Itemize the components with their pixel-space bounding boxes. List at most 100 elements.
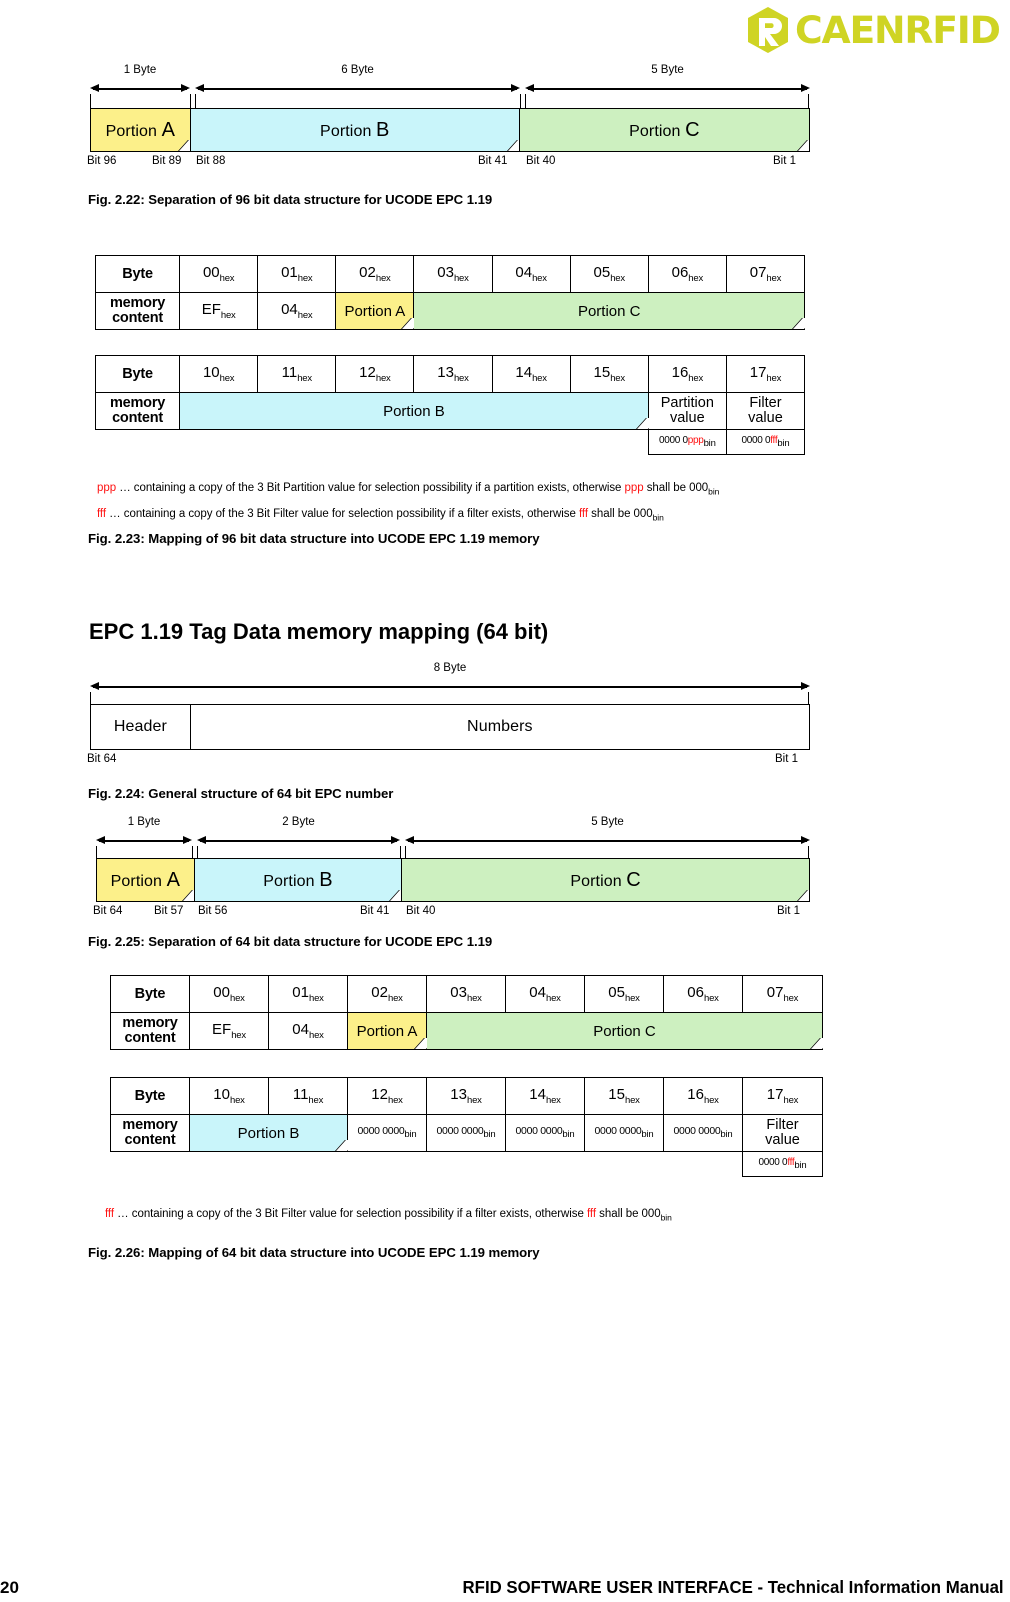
byte-sub: hex xyxy=(375,273,391,284)
footnote-var: fff xyxy=(97,508,107,520)
byte-span-label: 8 Byte xyxy=(433,662,467,674)
footnote-fff: fff … containing a copy of the 3 Bit Fil… xyxy=(97,508,664,522)
byte-cell: 16hex xyxy=(663,1077,743,1115)
memory-cell-portion-b: Portion B xyxy=(179,392,658,430)
byte-value: 12 xyxy=(371,1086,388,1103)
byte-value: 07 xyxy=(749,264,767,281)
byte-sub: hex xyxy=(532,373,547,384)
byte-sub: hex xyxy=(624,993,640,1004)
byte-cell: 16hex xyxy=(647,355,727,393)
row-header-byte: Byte xyxy=(94,255,181,293)
table-row: memory content EFhex 04hex Portion A Por… xyxy=(110,1012,832,1050)
byte-cell: 05hex xyxy=(584,975,664,1013)
cell-value: 0000 0000 xyxy=(436,1125,484,1138)
hexagon-r-icon xyxy=(748,7,789,53)
byte-value: 02 xyxy=(359,264,376,281)
byte-sub: hex xyxy=(766,373,782,384)
bin-prefix: 0000 0 xyxy=(741,434,771,446)
fig-2-25-diagram: 1 Byte 2 Byte 5 Byte Portion A Portion B xyxy=(93,816,810,923)
byte-span-label: 5 Byte xyxy=(591,816,624,828)
byte-value: 11 xyxy=(281,364,298,381)
byte-span-label: 1 Byte xyxy=(127,816,161,828)
byte-value: 17 xyxy=(766,1086,784,1103)
footnote-text-after: shall be 000 xyxy=(588,508,653,520)
byte-sub: hex xyxy=(545,1095,561,1106)
numbers-field-label: Numbers xyxy=(467,718,533,735)
portion-b-letter: B xyxy=(319,868,333,891)
table-row: Byte 10hex 11hex 12hex 13hex 14hex 15hex… xyxy=(94,355,806,393)
cell-value: Portion C xyxy=(577,302,641,320)
byte-value: 05 xyxy=(608,984,625,1001)
table-row: 0000 0pppbin 0000 0fffbin xyxy=(96,429,806,455)
byte-sub: hex xyxy=(453,273,469,284)
byte-value: 11 xyxy=(292,1086,309,1103)
footnote-sub: bin xyxy=(708,486,720,497)
row-header-byte: Byte xyxy=(94,355,181,393)
byte-cell: 17hex xyxy=(742,1077,823,1115)
byte-value: 16 xyxy=(671,364,689,381)
footnote-text-before: … containing a copy of the 3 Bit Partiti… xyxy=(116,482,625,494)
page-number: 20 xyxy=(0,1578,19,1597)
fold-corner-icon xyxy=(177,140,190,151)
byte-sub: hex xyxy=(783,1095,799,1106)
byte-cell: 14hex xyxy=(491,355,571,393)
footnote-fff-64bit: fff … containing a copy of the 3 Bit Fil… xyxy=(105,1208,672,1222)
fig-2-22-byte-ruler: 1 Byte 6 Byte 5 Byte xyxy=(90,64,810,94)
byte-sub: hex xyxy=(545,993,561,1004)
bit-label: Bit 64 xyxy=(93,905,123,917)
portion-c-block: Portion C xyxy=(402,859,810,901)
byte-cell: 00hex xyxy=(189,975,269,1013)
portion-b-label: Portion xyxy=(263,872,315,890)
byte-cell: 14hex xyxy=(505,1077,585,1115)
row-header-byte: Byte xyxy=(110,975,190,1013)
byte-value: 05 xyxy=(593,264,611,281)
cell-value: 0000 0000 xyxy=(357,1125,405,1138)
bit-label: Bit 96 xyxy=(87,155,117,167)
cell-value: 0000 0000 xyxy=(673,1125,721,1138)
bit-label: Bit 57 xyxy=(154,905,184,917)
byte-value: 10 xyxy=(202,364,220,381)
page-title: EPC 1.19 Tag Data memory mapping (64 bit… xyxy=(89,619,549,644)
byte-value: 02 xyxy=(371,984,388,1001)
memory-cell-filter-value: Filter value xyxy=(742,1114,823,1152)
byte-value: 06 xyxy=(687,984,704,1001)
cell-value: 0000 0000 xyxy=(594,1125,642,1138)
table-row: memory content Portion B 0000 0000bin 00… xyxy=(110,1114,823,1152)
byte-value: 17 xyxy=(749,364,767,381)
table-row: memory content Portion B Partition value… xyxy=(94,392,806,430)
byte-value: 10 xyxy=(213,1086,230,1103)
byte-sub: hex xyxy=(703,993,719,1004)
footnote-sub: bin xyxy=(660,1212,672,1223)
portion-b-label: Portion xyxy=(320,122,372,140)
byte-sub: hex xyxy=(532,273,547,284)
footnote-text-before: … containing a copy of the 3 Bit Filter … xyxy=(106,508,579,520)
byte-value: 13 xyxy=(437,364,454,381)
byte-cell: 02hex xyxy=(335,255,415,293)
fold-corner-icon xyxy=(810,1038,832,1049)
byte-cell: 10hex xyxy=(189,1077,269,1115)
fig-2-24-bit-labels: Bit 64 Bit 1 xyxy=(87,753,810,771)
fig-2-25-caption: Fig. 2.25: Separation of 64 bit data str… xyxy=(88,934,493,949)
numbers-field-block: Numbers xyxy=(190,705,809,749)
cell-value: 04 xyxy=(281,301,298,318)
portion-c-letter: C xyxy=(685,118,700,141)
byte-value: 12 xyxy=(359,364,376,381)
cell-value: EF xyxy=(201,301,221,318)
byte-value: 04 xyxy=(515,264,533,281)
byte-value: 13 xyxy=(450,1086,467,1103)
cell-value: Portion A xyxy=(344,302,406,320)
cell-value: EF xyxy=(212,1021,232,1038)
memory-cell-zero-bin: 0000 0000bin xyxy=(505,1114,585,1152)
byte-cell: 12hex xyxy=(335,355,415,393)
byte-sub: hex xyxy=(219,373,235,384)
byte-value: 00 xyxy=(202,264,220,281)
byte-sub: hex xyxy=(610,373,625,384)
portion-a-letter: A xyxy=(166,868,181,891)
byte-sub: hex xyxy=(453,373,469,384)
cell-value: Portion B xyxy=(383,402,445,420)
memory-cell-zero-bin: 0000 0000bin xyxy=(347,1114,427,1152)
cell-sub: hex xyxy=(220,310,236,321)
byte-cell: 01hex xyxy=(257,255,337,293)
byte-cell: 01hex xyxy=(268,975,348,1013)
byte-cell: 11hex xyxy=(268,1077,348,1115)
